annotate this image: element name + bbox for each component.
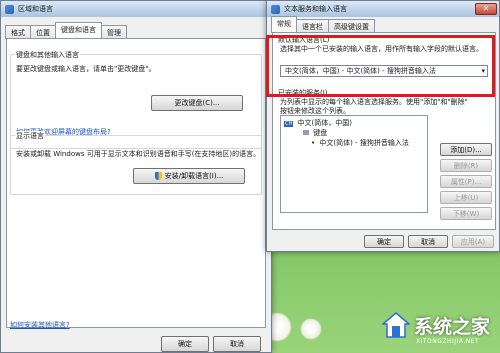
cancel-button[interactable]: 取消: [408, 235, 448, 248]
cancel-button[interactable]: 取消: [213, 336, 261, 352]
window-title: 文本服务和输入语言: [284, 5, 347, 13]
tab-advanced-key-settings[interactable]: 高级键设置: [328, 19, 375, 33]
bullet-icon: •: [311, 139, 316, 147]
display-language-description: 安装或卸载 Windows 可用于显示文本和识别语音和手写(在支持地区)的语言。: [16, 150, 261, 158]
tree-language-label: 中文(简体，中国): [297, 119, 352, 127]
title-bar[interactable]: 区域和语言: [1, 1, 271, 17]
tab-location[interactable]: 位置: [30, 25, 56, 39]
region-language-window: 区域和语言 格式 位置 键盘和语言 管理 键盘和其他输入语言 要更改键盘或输入语…: [0, 0, 272, 353]
move-up-button[interactable]: 上移(U): [440, 191, 492, 204]
install-uninstall-languages-label: 安装/卸载语言(I)...: [164, 172, 224, 180]
keyboard-description: 要更改键盘或输入语言，请单击"更改键盘"。: [16, 65, 156, 73]
close-button[interactable]: ✕: [475, 3, 497, 15]
title-bar[interactable]: 文本服务和输入语言 ✕: [267, 1, 499, 17]
remove-service-button[interactable]: 删除(R): [440, 159, 492, 172]
window-title: 区域和语言: [18, 5, 53, 13]
installed-services-tree[interactable]: CH 中文(简体，中国) 键盘 • 中文(简体) - 搜狗拼音输入法: [280, 115, 428, 213]
ok-button[interactable]: 确定: [161, 336, 209, 352]
tab-strip: 格式 位置 键盘和语言 管理: [1, 17, 271, 39]
change-keyboards-button[interactable]: 更改键盘(C)...: [151, 95, 243, 111]
apply-button[interactable]: 应用(A): [452, 235, 494, 248]
shield-icon: [154, 172, 162, 180]
keyboard-icon: [303, 130, 309, 135]
move-down-button[interactable]: 下移(W): [440, 207, 492, 220]
watermark-url: XITONGZHIJIA.NET: [416, 338, 480, 345]
add-service-button[interactable]: 添加(D)...: [440, 143, 492, 156]
tab-strip: 常规 语言栏 高级键设置: [267, 16, 499, 33]
tab-administrative[interactable]: 管理: [101, 25, 127, 39]
watermark-text: 系统之家: [414, 316, 491, 338]
tab-keyboards-languages[interactable]: 键盘和语言: [55, 22, 102, 39]
display-language-group: 显示语言 安装或卸载 Windows 可用于显示文本和识别语音和手写(在支持地区…: [10, 131, 262, 195]
install-uninstall-languages-button[interactable]: 安装/卸载语言(I)...: [133, 168, 245, 184]
display-language-group-label: 显示语言: [15, 131, 45, 141]
tree-category-label: 键盘: [313, 129, 328, 137]
tab-language-bar[interactable]: 语言栏: [296, 19, 329, 33]
tab-formats[interactable]: 格式: [5, 25, 31, 39]
install-other-languages-link[interactable]: 如何安装其他语言?: [10, 320, 70, 330]
desktop-flower-decoration: [300, 318, 322, 340]
highlight-box: [266, 35, 495, 97]
house-logo-icon: [380, 312, 412, 338]
tree-service-label: 中文(简体) - 搜狗拼音输入法: [319, 139, 409, 147]
tab-panel: 键盘和其他输入语言 要更改键盘或输入语言，请单击"更改键盘"。 更改键盘(C).…: [6, 38, 266, 330]
ok-button[interactable]: 确定: [364, 235, 404, 248]
globe-icon: [5, 4, 14, 14]
keyboard-group-label: 键盘和其他输入语言: [15, 50, 80, 60]
tree-service-node[interactable]: • 中文(简体) - 搜狗拼音输入法: [311, 138, 409, 148]
tab-general[interactable]: 常规: [271, 16, 297, 33]
watermark: 系统之家 XITONGZHIJIA.NET: [380, 308, 496, 350]
tree-category-node[interactable]: 键盘: [303, 128, 327, 138]
language-icon: CH: [284, 121, 294, 127]
tree-language-node[interactable]: CH 中文(简体，中国): [284, 118, 352, 128]
properties-button[interactable]: 属性(P)...: [440, 175, 492, 188]
keyboard-icon: [271, 4, 280, 14]
